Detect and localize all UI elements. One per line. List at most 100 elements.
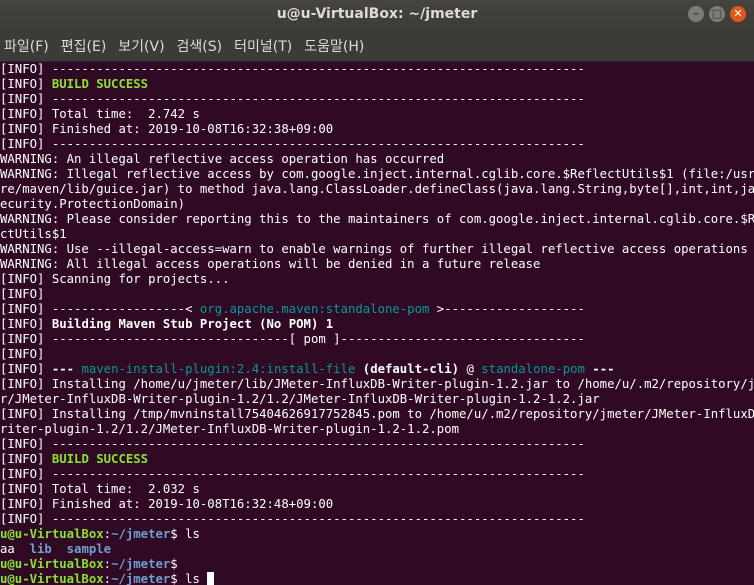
terminal-text: WARNING: All illegal access operations w… [0,257,541,271]
terminal-text: : [103,557,112,571]
terminal-line: [INFO] Finished at: 2019-10-08T16:32:38+… [0,122,754,137]
terminal-text: WARNING: Please consider reporting this … [0,212,754,226]
terminal-text: [INFO] Total time: 2.032 s [0,482,200,496]
terminal-text: org.apache.maven:standalone-pom [199,302,430,316]
terminal-text: aa [0,542,15,556]
terminal-line: [INFO] ---------------------------------… [0,467,754,482]
terminal-text: [INFO] ---------------------------------… [0,137,585,151]
terminal-line: [INFO] --- maven-install-plugin:2.4:inst… [0,362,754,377]
terminal-text: WARNING: Use --illegal-access=warn to en… [0,242,748,256]
terminal-line: aa lib sample [0,542,754,557]
terminal-line: [INFO] Total time: 2.742 s [0,107,754,122]
terminal-text: lib [29,542,52,556]
terminal-line: WARNING: Please consider reporting this … [0,212,754,227]
terminal-line: WARNING: An illegal reflective access op… [0,152,754,167]
terminal-text: [INFO] ---------------------------------… [0,437,585,451]
terminal-text: : [103,527,112,541]
terminal-line: [INFO] Scanning for projects... [0,272,754,287]
terminal-output[interactable]: [INFO] ---------------------------------… [0,62,754,585]
terminal-line: [INFO] ---------------------------------… [0,92,754,107]
terminal-text: $ ls [170,572,200,585]
terminal-text: sample [66,542,112,556]
menu-terminal[interactable]: 터미널(T) [228,36,298,56]
menu-help[interactable]: 도움말(H) [298,36,370,56]
terminal-text: [INFO] [0,362,52,376]
terminal-line: [INFO] ---------------------------------… [0,137,754,152]
terminal-text: riter-plugin-1.2/1.2/JMeter-InfluxDB-Wri… [0,422,460,436]
menu-view[interactable]: 보기(V) [112,36,170,56]
terminal-text: u@u-VirtualBox [0,572,104,585]
terminal-text: WARNING: Illegal reflective access by co… [0,167,754,181]
terminal-text: ctUtils$1 [0,227,67,241]
terminal-text: ecurity.ProtectionDomain) [0,197,186,211]
terminal-text: [INFO] [0,287,45,301]
terminal-text: r/JMeter-InfluxDB-Writer-plugin-1.2/1.2/… [0,392,600,406]
terminal-text: [INFO] Installing /home/u/jmeter/lib/JMe… [0,377,754,391]
terminal-line: [INFO] Building Maven Stub Project (No P… [0,317,754,332]
terminal-text: [INFO] ------------------< [0,302,200,316]
terminal-text: [INFO] [0,317,52,331]
maximize-button[interactable]: □ [709,6,725,22]
title-bar[interactable]: u@u-VirtualBox: ~/jmeter – □ ✕ [0,0,754,30]
terminal-text: [INFO] Finished at: 2019-10-08T16:32:48+… [0,497,334,511]
menu-file[interactable]: 파일(F) [0,36,55,56]
terminal-text: [INFO] --------------------------------[… [0,332,585,346]
terminal-text: [INFO] ---------------------------------… [0,62,585,76]
terminal-text: >------------------- [429,302,585,316]
terminal-text: BUILD SUCCESS [51,452,149,466]
terminal-line: [INFO] ---------------------------------… [0,62,754,77]
terminal-text: --- [584,362,615,376]
terminal-line: u@u-VirtualBox:~/jmeter$ ls [0,572,754,585]
terminal-text: [INFO] ---------------------------------… [0,512,585,526]
terminal-line: [INFO] Installing /home/u/jmeter/lib/JMe… [0,377,754,392]
window-controls: – □ ✕ [688,6,746,22]
terminal-line: WARNING: Use --illegal-access=warn to en… [0,242,754,257]
terminal-text: @ [459,362,482,376]
terminal-line: [INFO] ---------------------------------… [0,437,754,452]
terminal-text: ~/jmeter [111,527,171,541]
terminal-line: [INFO] BUILD SUCCESS [0,77,754,92]
terminal-text: [INFO] [0,347,45,361]
terminal-line: riter-plugin-1.2/1.2/JMeter-InfluxDB-Wri… [0,422,754,437]
terminal-text: u@u-VirtualBox [0,557,104,571]
terminal-text: (default-cli) [355,362,460,376]
terminal-text: [INFO] [0,77,52,91]
terminal-line: WARNING: All illegal access operations w… [0,257,754,272]
terminal-line: [INFO] Installing /tmp/mvninstall7540462… [0,407,754,422]
terminal-line: u@u-VirtualBox:~/jmeter$ ls [0,527,754,542]
text-cursor [207,572,215,585]
terminal-text: standalone-pom [481,362,585,376]
terminal-text: re/maven/lib/guice.jar) to method java.l… [0,182,754,196]
terminal-line: [INFO] [0,287,754,302]
terminal-line: r/JMeter-InfluxDB-Writer-plugin-1.2/1.2/… [0,392,754,407]
terminal-line: [INFO] ------------------< org.apache.ma… [0,302,754,317]
minimize-button[interactable]: – [688,6,704,22]
terminal-text: maven-install-plugin:2.4:install-file [81,362,356,376]
terminal-window: u@u-VirtualBox: ~/jmeter – □ ✕ 파일(F) 편집(… [0,0,754,585]
terminal-line: [INFO] ---------------------------------… [0,512,754,527]
terminal-text: [INFO] Scanning for projects... [0,272,230,286]
terminal-text: : [103,572,112,585]
menu-edit[interactable]: 편집(E) [55,36,113,56]
close-button[interactable]: ✕ [730,6,746,22]
terminal-line: [INFO] [0,347,754,362]
terminal-text: u@u-VirtualBox [0,527,104,541]
terminal-text: ~/jmeter [111,557,171,571]
menu-bar: 파일(F) 편집(E) 보기(V) 검색(S) 터미널(T) 도움말(H) [0,30,754,62]
terminal-text: [INFO] ---------------------------------… [0,467,585,481]
terminal-text: BUILD SUCCESS [51,77,149,91]
terminal-text: [INFO] [0,452,52,466]
terminal-text: [INFO] Total time: 2.742 s [0,107,200,121]
terminal-text: [INFO] ---------------------------------… [0,92,585,106]
terminal-line: WARNING: Illegal reflective access by co… [0,167,754,182]
terminal-text: WARNING: An illegal reflective access op… [0,152,445,166]
terminal-line: [INFO] --------------------------------[… [0,332,754,347]
terminal-text: [INFO] Installing /tmp/mvninstall7540462… [0,407,754,421]
terminal-text: $ ls [170,527,200,541]
terminal-text: [INFO] Finished at: 2019-10-08T16:32:38+… [0,122,334,136]
terminal-line: [INFO] BUILD SUCCESS [0,452,754,467]
terminal-line: re/maven/lib/guice.jar) to method java.l… [0,182,754,197]
menu-search[interactable]: 검색(S) [171,36,229,56]
